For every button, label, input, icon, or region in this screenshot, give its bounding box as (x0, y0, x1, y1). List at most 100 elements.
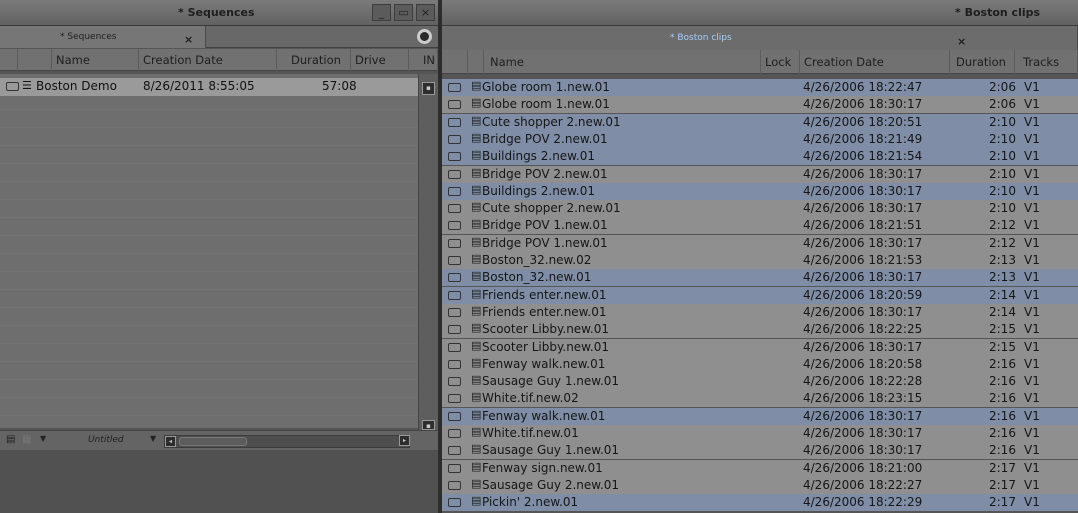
scroll-right-icon[interactable]: ▸ (399, 435, 410, 446)
clip-duration: 2:10 (989, 149, 1016, 164)
table-row[interactable]: ▤ Bridge POV 1.new.01 4/26/2006 18:21:51 2:… (442, 217, 1078, 235)
clip-name: White.tif.new.01 (482, 426, 579, 440)
row-checkbox[interactable] (448, 377, 461, 387)
list-item[interactable]: ☰ Boston Demo 8/26/2011 8:55:05 57:08 (0, 78, 418, 96)
gear-icon[interactable] (417, 29, 432, 44)
table-row[interactable]: ▤ Globe room 1.new.01 4/26/2006 18:30:17 2:… (442, 96, 1078, 114)
col-icon[interactable] (468, 50, 484, 74)
table-row[interactable]: ▤ Friends enter.new.01 4/26/2006 18:20:59 2… (442, 286, 1078, 304)
table-row[interactable]: ▤ Fenway sign.new.01 4/26/2006 18:21:00 2:1… (442, 459, 1078, 477)
row-checkbox[interactable] (448, 186, 461, 196)
bin-view-dropdown-icon[interactable]: ▼ (150, 434, 156, 447)
table-row[interactable]: ▤ Boston_32.new.02 4/26/2006 18:21:53 2:13 V… (442, 252, 1078, 269)
col-creation-date[interactable]: Creation Date (800, 50, 950, 74)
row-checkbox[interactable] (448, 83, 461, 92)
clip-duration: 2:17 (989, 460, 1016, 475)
row-checkbox[interactable] (6, 82, 19, 91)
col-name[interactable]: Name (484, 50, 761, 74)
col-creation-date[interactable]: Creation Date (139, 49, 277, 71)
scroll-up-icon[interactable]: ▪ (422, 82, 435, 95)
table-row[interactable]: ▤ White.tif.new.02 4/26/2006 18:23:15 2:16 V… (442, 390, 1078, 408)
scroll-left-icon[interactable]: ◂ (165, 436, 176, 447)
row-checkbox[interactable] (448, 325, 461, 335)
table-row[interactable]: ▤ Fenway walk.new.01 4/26/2006 18:20:58 2:1… (442, 355, 1078, 373)
row-checkbox[interactable] (448, 359, 461, 369)
col-icon[interactable] (18, 49, 52, 71)
row-checkbox[interactable] (448, 273, 461, 283)
row-checkbox[interactable] (448, 342, 461, 352)
scroll-down-icon[interactable]: ▪ (422, 420, 435, 430)
row-checkbox[interactable] (448, 169, 461, 179)
row-checkbox[interactable] (448, 498, 461, 508)
table-row[interactable]: ▤ Bridge POV 1.new.01 4/26/2006 18:30:17 2:… (442, 234, 1078, 252)
clip-creation-date: 4/26/2006 18:22:27 (803, 477, 923, 492)
sequences-horizontal-scrollbar[interactable]: ◂ (164, 435, 410, 448)
minimize-button[interactable]: _ (372, 4, 391, 21)
clip-name: Boston_32.new.02 (482, 253, 592, 267)
col-lock[interactable]: Lock (761, 50, 800, 74)
clip-tracks: V1 (1024, 97, 1040, 112)
frame-view-icon[interactable]: ▦ (22, 434, 31, 447)
table-row[interactable]: ▤ Cute shopper 2.new.01 4/26/2006 18:20:51… (442, 113, 1078, 131)
table-row[interactable]: ▤ Sausage Guy 1.new.01 4/26/2006 18:30:17 2… (442, 442, 1078, 460)
row-checkbox[interactable] (448, 290, 461, 300)
table-row[interactable]: ▤ Scooter Libby.new.01 4/26/2006 18:22:25 2… (442, 321, 1078, 339)
tab-close-icon[interactable]: × (184, 29, 193, 51)
table-row[interactable]: ▤ Globe room 1.new.01 4/26/2006 18:22:47 2:… (442, 79, 1078, 96)
table-row[interactable]: ▤ Scooter Libby.new.01 4/26/2006 18:30:17 2… (442, 338, 1078, 356)
table-row[interactable]: ▤ Pickin' 2.new.01 4/26/2006 18:22:29 2:17 V… (442, 494, 1078, 512)
table-row[interactable]: ▤ Bridge POV 2.new.01 4/26/2006 18:21:49 2:… (442, 130, 1078, 148)
table-row[interactable]: ▤ Sausage Guy 1.new.01 4/26/2006 18:22:28 2… (442, 373, 1078, 391)
row-checkbox[interactable] (448, 307, 461, 317)
col-in[interactable]: IN (409, 49, 438, 71)
clip-icon: ▤ (471, 459, 482, 473)
boston-clips-tabbar: * Boston clips × (442, 26, 1078, 50)
col-duration[interactable]: Duration (950, 50, 1015, 74)
close-button[interactable]: × (416, 4, 435, 21)
sequences-vertical-scrollbar[interactable]: ▪ ▪ (418, 74, 438, 430)
table-row[interactable]: ▤ Boston_32.new.01 4/26/2006 18:30:17 2:13 V… (442, 269, 1078, 287)
row-checkbox[interactable] (448, 480, 461, 490)
row-checkbox[interactable] (448, 446, 461, 456)
row-checkbox[interactable] (448, 152, 461, 162)
row-checkbox[interactable] (448, 463, 461, 473)
col-name[interactable]: Name (52, 49, 139, 71)
tab-sequences[interactable]: * Sequences × (0, 26, 206, 48)
sequences-titlebar[interactable]: * Sequences _ ▭ × (0, 0, 438, 26)
row-checkbox[interactable] (448, 238, 461, 248)
clip-tracks: V1 (1024, 149, 1040, 164)
row-checkbox[interactable] (448, 100, 461, 110)
scroll-thumb[interactable] (179, 437, 247, 446)
row-checkbox[interactable] (448, 429, 461, 438)
clip-name: Globe room 1.new.01 (482, 97, 610, 112)
row-checkbox[interactable] (448, 394, 461, 404)
col-tracks[interactable]: Tracks (1015, 50, 1078, 74)
table-row[interactable]: ▤ Buildings 2.new.01 4/26/2006 18:30:17 2:1… (442, 182, 1078, 200)
bin-view-name[interactable]: Untitled (88, 435, 124, 445)
view-menu-icon[interactable]: ▼ (40, 434, 46, 447)
row-checkbox[interactable] (448, 221, 461, 231)
table-row[interactable]: ▤ Fenway walk.new.01 4/26/2006 18:30:17 2:1… (442, 407, 1078, 425)
table-row[interactable]: ▤ Buildings 2.new.01 4/26/2006 18:21:54 2:1… (442, 148, 1078, 166)
col-check[interactable] (442, 50, 468, 74)
text-view-icon[interactable]: ▤ (6, 434, 15, 447)
clip-name: Boston_32.new.01 (482, 270, 592, 285)
row-checkbox[interactable] (448, 204, 461, 214)
col-drive[interactable]: Drive (351, 49, 409, 71)
boston-clips-titlebar[interactable]: * Boston clips (442, 0, 1078, 26)
row-checkbox[interactable] (448, 117, 461, 127)
table-row[interactable]: ▤ Sausage Guy 2.new.01 4/26/2006 18:22:27 2… (442, 476, 1078, 494)
sequences-title: * Sequences (178, 6, 255, 19)
row-checkbox[interactable] (448, 134, 461, 144)
row-checkbox[interactable] (448, 411, 461, 421)
table-row[interactable]: ▤ Friends enter.new.01 4/26/2006 18:30:17 2… (442, 303, 1078, 321)
table-row[interactable]: ▤ Cute shopper 2.new.01 4/26/2006 18:30:17… (442, 200, 1078, 218)
maximize-button[interactable]: ▭ (394, 4, 413, 21)
col-duration[interactable]: Duration (277, 49, 351, 71)
col-check[interactable] (0, 49, 18, 71)
table-row[interactable]: ▤ Bridge POV 2.new.01 4/26/2006 18:30:17 2:… (442, 165, 1078, 183)
tab-boston-clips[interactable]: * Boston clips × (442, 26, 1078, 50)
row-checkbox[interactable] (448, 256, 461, 265)
clip-duration: 2:16 (989, 443, 1016, 458)
table-row[interactable]: ▤ White.tif.new.01 4/26/2006 18:30:17 2:16 V… (442, 425, 1078, 442)
